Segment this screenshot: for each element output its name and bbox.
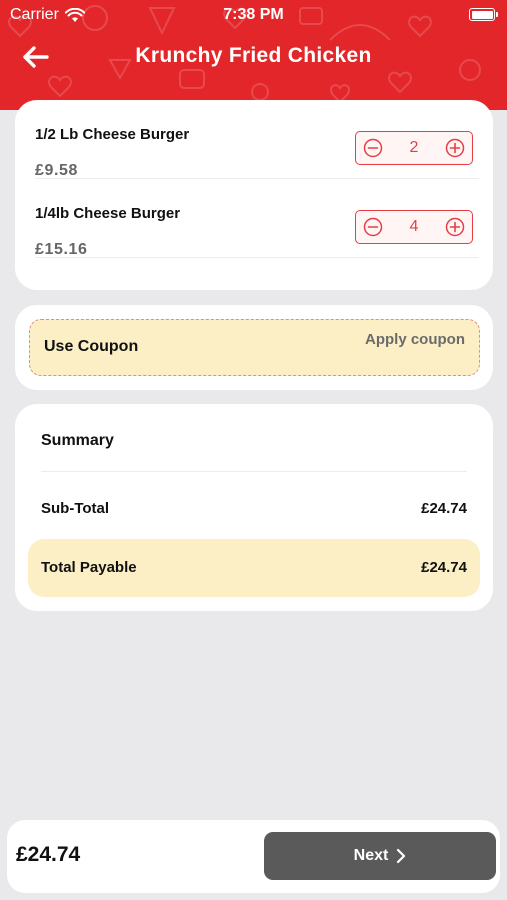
- cart-item: 1/2 Lb Cheese Burger £9.58 2: [35, 100, 479, 179]
- item-name: 1/4lb Cheese Burger: [35, 205, 181, 222]
- next-button[interactable]: Next: [264, 832, 496, 880]
- total-value: £24.74: [421, 559, 467, 576]
- item-name: 1/2 Lb Cheese Burger: [35, 126, 190, 143]
- next-label: Next: [353, 847, 389, 864]
- chevron-right-icon: [397, 848, 406, 864]
- divider: [41, 471, 467, 472]
- item-price: £9.58: [35, 162, 79, 179]
- increment-button[interactable]: [444, 216, 466, 238]
- coupon-title: Use Coupon: [44, 338, 139, 355]
- checkout-footer: £24.74 Next: [7, 820, 500, 893]
- minus-circle-icon: [363, 217, 383, 237]
- subtotal-row: Sub-Total £24.74: [41, 500, 467, 517]
- cart-screen: Carrier 7:38 PM Krunchy Fried Chicken 1/…: [0, 0, 507, 900]
- header: Carrier 7:38 PM Krunchy Fried Chicken: [0, 0, 507, 110]
- quantity-value: 2: [409, 139, 419, 156]
- subtotal-label: Sub-Total: [41, 500, 110, 517]
- subtotal-value: £24.74: [421, 500, 467, 517]
- plus-circle-icon: [445, 217, 465, 237]
- battery-icon: [469, 8, 498, 21]
- nav-bar: Krunchy Fried Chicken: [0, 36, 507, 78]
- coupon-card: Use Coupon Apply coupon: [15, 305, 493, 390]
- page-title: Krunchy Fried Chicken: [135, 44, 372, 67]
- total-row: Total Payable £24.74: [41, 559, 467, 576]
- quantity-value: 4: [409, 218, 419, 235]
- item-price: £15.16: [35, 241, 88, 258]
- cart-items-card: 1/2 Lb Cheese Burger £9.58 2 1/4lb Chees…: [15, 100, 493, 290]
- cart-item: 1/4lb Cheese Burger £15.16 4: [35, 179, 479, 258]
- footer-total-amount: £24.74: [16, 843, 81, 866]
- coupon-box[interactable]: Use Coupon Apply coupon: [29, 319, 480, 376]
- summary-card: Summary Sub-Total £24.74 Total Payable £…: [15, 404, 493, 611]
- quantity-stepper: 2: [355, 131, 473, 165]
- total-label: Total Payable: [41, 559, 137, 576]
- plus-circle-icon: [445, 138, 465, 158]
- decrement-button[interactable]: [362, 137, 384, 159]
- apply-coupon-link[interactable]: Apply coupon: [365, 331, 465, 348]
- quantity-stepper: 4: [355, 210, 473, 244]
- status-bar: Carrier 7:38 PM: [0, 0, 507, 30]
- summary-title: Summary: [41, 432, 114, 449]
- status-time: 7:38 PM: [223, 6, 284, 23]
- minus-circle-icon: [363, 138, 383, 158]
- decrement-button[interactable]: [362, 216, 384, 238]
- back-button[interactable]: [18, 42, 52, 72]
- increment-button[interactable]: [444, 137, 466, 159]
- arrow-left-icon: [23, 46, 49, 68]
